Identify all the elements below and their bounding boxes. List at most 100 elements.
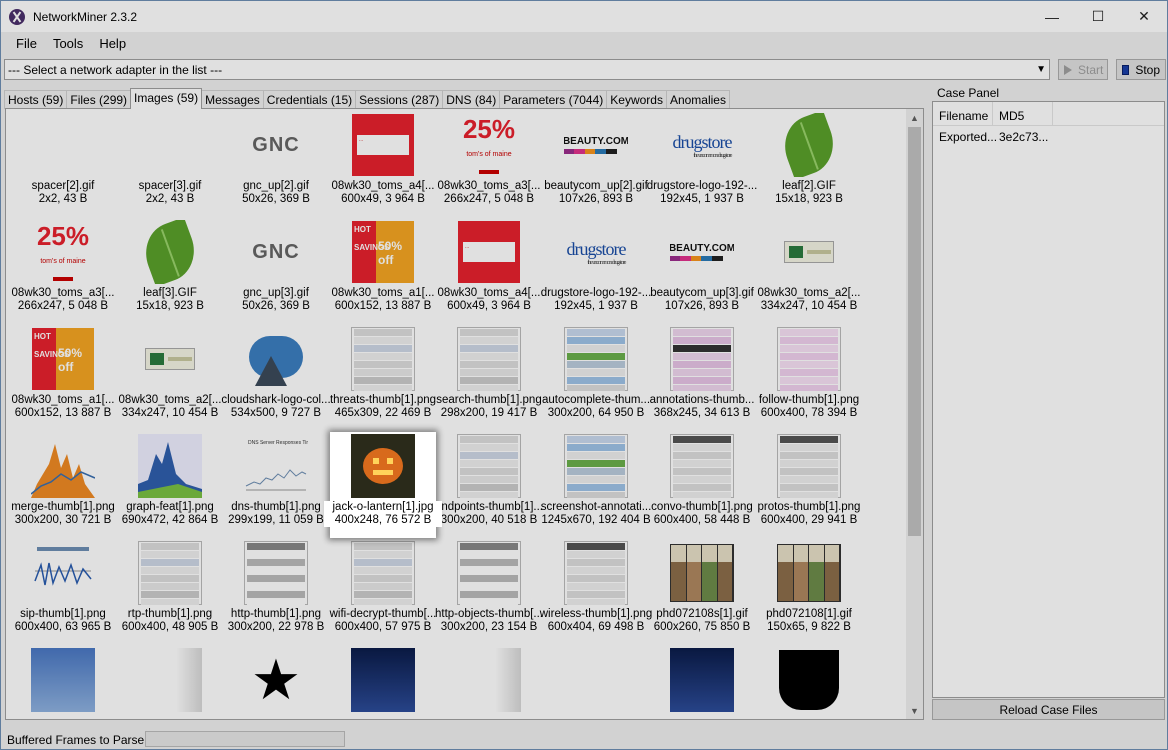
image-thumbnail-item[interactable]: search-thumb[1].png 298x200, 19 417 B [436, 325, 542, 431]
image-thumbnail-item[interactable]: http-thumb[1].png 300x200, 22 978 B [223, 539, 329, 645]
image-thumbnail-item[interactable]: wireless-thumb[1].png 600x404, 69 498 B [540, 539, 652, 645]
scroll-up-icon[interactable]: ▲ [906, 109, 923, 126]
image-thumbnail-item[interactable]: 08wk30_toms_a2[... 334x247, 10 454 B [756, 218, 862, 324]
scrollbar-thumb[interactable] [908, 127, 921, 536]
image-thumbnail-item[interactable]: BEAUTY.COM beautycom_up[2].gif 107x26, 893… [543, 111, 649, 217]
image-thumbnail-item[interactable] [10, 646, 116, 719]
vertical-scrollbar[interactable]: ▲ ▼ [906, 109, 923, 719]
image-dimensions-size: 600x400, 78 394 B [760, 407, 858, 419]
menu-file[interactable]: File [8, 36, 45, 51]
tab-parameters[interactable]: Parameters (7044) [499, 90, 608, 109]
image-thumbnail-item[interactable]: phd072108[1].gif 150x65, 9 822 B [756, 539, 862, 645]
image-thumbnail-item[interactable]: drugstore the uncommon drugstore drugstore… [647, 111, 758, 217]
image-filename: phd072108s[1].gif [656, 608, 748, 620]
play-icon [1064, 64, 1072, 75]
tab-files[interactable]: Files (299) [66, 90, 132, 109]
image-thumbnail-item[interactable]: follow-thumb[1].png 600x400, 78 394 B [756, 325, 862, 431]
image-thumbnail-item[interactable]: sip-thumb[1].png 600x400, 63 965 B [10, 539, 116, 645]
image-thumbnail-item[interactable]: leaf[2].GIF 15x18, 923 B [756, 111, 862, 217]
image-thumbnail-item[interactable] [543, 646, 649, 719]
image-thumbnail-item[interactable]: spacer[3].gif 2x2, 43 B [117, 111, 223, 217]
image-thumbnail-item[interactable]: screenshot-annotati... 1245x670, 192 404 … [541, 432, 651, 538]
image-thumbnail-item[interactable]: ★ [223, 646, 329, 719]
close-button[interactable]: ✕ [1121, 1, 1167, 32]
column-md5[interactable]: MD5 [993, 102, 1053, 125]
image-thumbnail-item[interactable]: BEAUTY.COM beautycom_up[3].gif 107x26, 893… [649, 218, 755, 324]
image-thumbnail-item[interactable]: GNC gnc_up[3].gif 50x26, 369 B [223, 218, 329, 324]
image-caption: phd072108s[1].gif 600x260, 75 850 B [643, 608, 761, 634]
menu-tools[interactable]: Tools [45, 36, 91, 51]
selected-image-highlight[interactable]: jack-o-lantern[1].jpg 400x248, 76 572 B [324, 432, 442, 538]
image-thumbnail-item[interactable]: ... 08wk30_toms_a4[... 600x49, 3 964 B [330, 111, 436, 217]
image-dimensions-size: 266x247, 5 048 B [17, 300, 109, 312]
image-filename: follow-thumb[1].png [758, 394, 860, 406]
image-thumbnail-item[interactable]: HOT SAVINGS 50% off 08wk30_toms_a1[... 600x1… [10, 325, 116, 431]
tab-keywords[interactable]: Keywords [606, 90, 667, 109]
tab-messages[interactable]: Messages [201, 90, 264, 109]
image-thumbnail-item[interactable] [649, 646, 755, 719]
image-thumbnail-item[interactable] [756, 646, 862, 719]
image-thumbnail-item[interactable]: threats-thumb[1].png 465x309, 22 469 B [330, 325, 436, 431]
tab-dns[interactable]: DNS (84) [442, 90, 501, 109]
image-thumbnail-item[interactable]: 25% tom's of maine 08wk30_toms_a3[... 266x2… [436, 111, 542, 217]
hot-savings-thumb: HOT SAVINGS 50% off [351, 220, 415, 284]
cloudshark-logo-thumb [244, 327, 308, 391]
start-button[interactable]: Start [1058, 59, 1108, 80]
text-pink-thumb [777, 327, 841, 391]
image-thumbnail-item[interactable]: 08wk30_toms_a2[... 334x247, 10 454 B [117, 325, 223, 431]
pumpkin-thumb [351, 434, 415, 498]
image-dimensions-size: 150x65, 9 822 B [767, 621, 851, 633]
image-thumbnail-item[interactable]: GNC gnc_up[2].gif 50x26, 369 B [223, 111, 329, 217]
image-thumbnail-item[interactable]: rtp-thumb[1].png 600x400, 48 905 B [117, 539, 223, 645]
image-dimensions-size: 600x400, 57 975 B [334, 621, 432, 633]
tab-anomalies[interactable]: Anomalies [665, 90, 730, 109]
image-thumbnail-item[interactable]: convo-thumb[1].png 600x400, 58 448 B [649, 432, 755, 538]
image-thumbnail-item[interactable]: protos-thumb[1].png 600x400, 29 941 B [756, 432, 862, 538]
toms-25-off-thumb: 25% tom's of maine [457, 113, 521, 177]
image-thumbnail-item[interactable]: http-objects-thumb[... 300x200, 23 154 B [435, 539, 543, 645]
image-thumbnail-item[interactable]: autocomplete-thum... 300x200, 64 950 B [542, 325, 650, 431]
image-thumbnail-item[interactable]: ... 08wk30_toms_a4[... 600x49, 3 964 B [436, 218, 542, 324]
beauty-logo-thumb: BEAUTY.COM [564, 113, 628, 177]
image-thumbnail-item[interactable]: annotations-thumb... 368x245, 34 613 B [649, 325, 755, 431]
image-filename: http-thumb[1].png [230, 608, 322, 620]
image-thumbnail-item[interactable]: phd072108s[1].gif 600x260, 75 850 B [649, 539, 755, 645]
image-thumbnail-item[interactable]: HOT SAVINGS 50% off 08wk30_toms_a1[... 600x1… [330, 218, 436, 324]
image-filename: convo-thumb[1].png [651, 501, 753, 513]
leaf-thumb [138, 220, 202, 284]
image-thumbnail-item[interactable]: graph-feat[1].png 690x472, 42 864 B [117, 432, 223, 538]
chevron-down-icon: ▼ [1036, 64, 1046, 75]
image-filename: leaf[3].GIF [143, 287, 197, 299]
menu-help[interactable]: Help [91, 36, 134, 51]
column-filename[interactable]: Filename [933, 102, 993, 125]
image-thumbnail-item[interactable]: DNS Server Responses Time dns-thumb[1].pn… [223, 432, 329, 538]
case-panel-header: Filename MD5 [933, 102, 1164, 126]
image-caption: protos-thumb[1].png 600x400, 29 941 B [750, 501, 868, 527]
image-thumbnail-item[interactable]: spacer[2].gif 2x2, 43 B [10, 111, 116, 217]
image-caption: gnc_up[2].gif 50x26, 369 B [217, 180, 335, 206]
minimize-button[interactable]: — [1029, 1, 1075, 32]
maximize-button[interactable]: ☐ [1075, 1, 1121, 32]
image-thumbnail-item[interactable]: leaf[3].GIF 15x18, 923 B [117, 218, 223, 324]
image-thumbnail-item[interactable]: drugstore the uncommon drugstore drugstore… [541, 218, 652, 324]
image-filename: 08wk30_toms_a3[... [437, 180, 541, 192]
tab-sessions[interactable]: Sessions (287) [355, 90, 444, 109]
image-thumbnail-item[interactable] [330, 646, 436, 719]
image-thumbnail-item[interactable]: 25% tom's of maine 08wk30_toms_a3[... 266x2… [10, 218, 116, 324]
image-thumbnail-item[interactable]: merge-thumb[1].png 300x200, 30 721 B [10, 432, 116, 538]
network-adapter-select[interactable]: --- Select a network adapter in the list… [4, 59, 1050, 80]
stop-button[interactable]: Stop [1116, 59, 1166, 80]
tab-hosts[interactable]: Hosts (59) [4, 90, 68, 109]
reload-case-files-button[interactable]: Reload Case Files [932, 699, 1165, 720]
case-file-row[interactable]: Exported... 3e2c73... [933, 126, 1164, 146]
image-caption: convo-thumb[1].png 600x400, 58 448 B [643, 501, 761, 527]
image-thumbnail-item[interactable] [117, 646, 223, 719]
image-thumbnail-item[interactable]: endpoints-thumb[1]... 300x200, 40 518 B [435, 432, 543, 538]
tab-images[interactable]: Images (59) [130, 88, 203, 109]
image-thumbnail-item[interactable] [436, 646, 542, 719]
image-thumbnail-item[interactable]: cloudshark-logo-col... 534x500, 9 727 B [221, 325, 331, 431]
red-banner-thumb: ... [457, 220, 521, 284]
scroll-down-icon[interactable]: ▼ [906, 702, 923, 719]
tab-credentials[interactable]: Credentials (15) [262, 90, 357, 109]
image-thumbnail-item[interactable]: wifi-decrypt-thumb[... 600x400, 57 975 B [330, 539, 436, 645]
